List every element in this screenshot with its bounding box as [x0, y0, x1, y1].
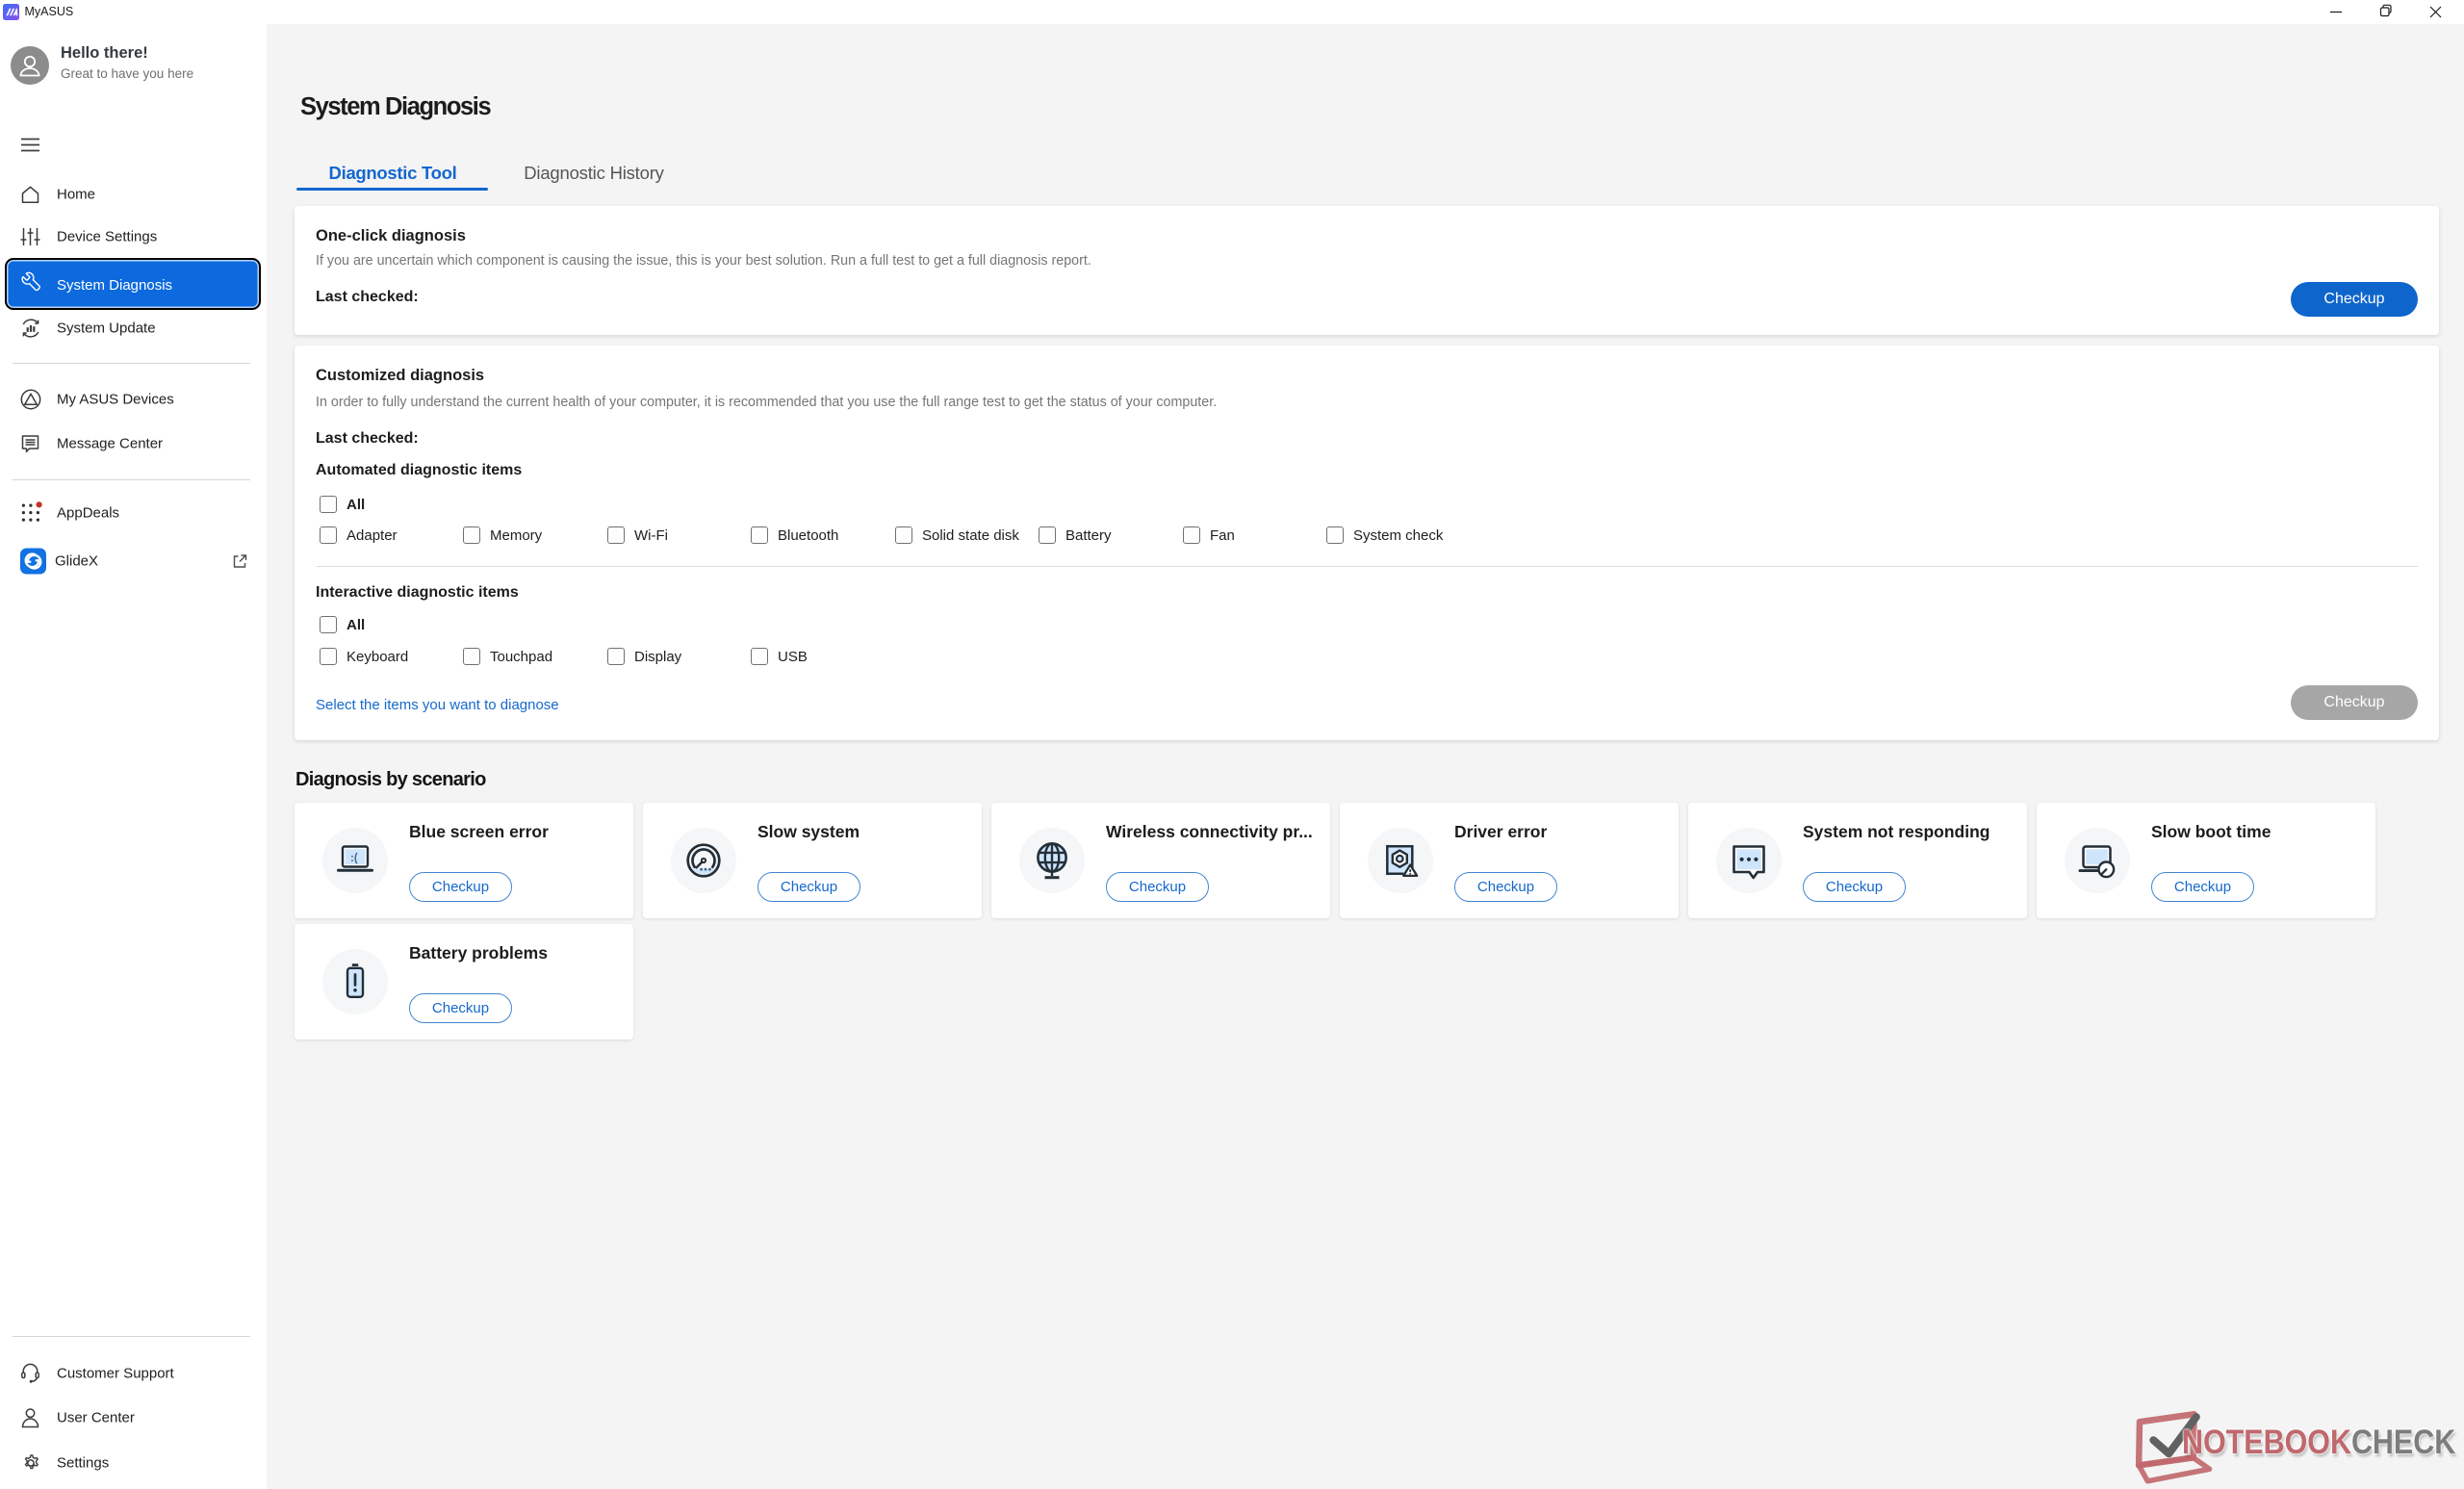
svg-text::(: :(	[350, 853, 358, 864]
